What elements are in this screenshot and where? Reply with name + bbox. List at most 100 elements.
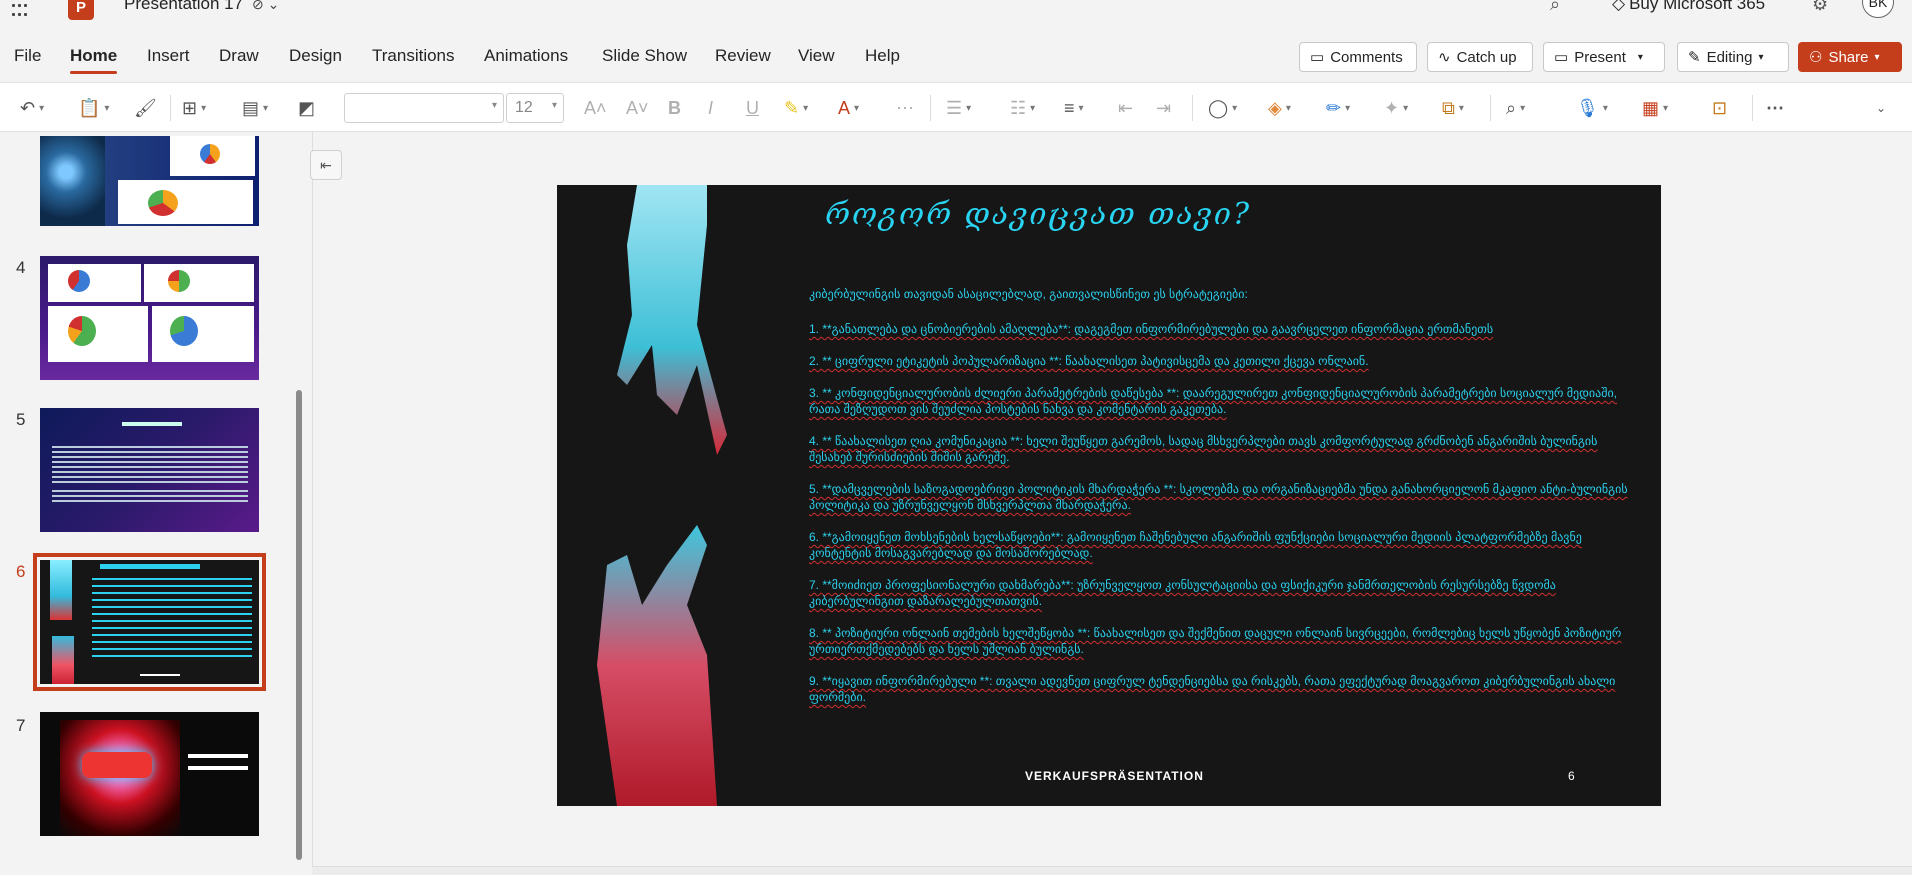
slide-footer[interactable]: VERKAUFSPRÄSENTATION bbox=[1025, 769, 1204, 783]
font-name-select[interactable]: ▾ bbox=[344, 93, 504, 123]
vr-headset-image bbox=[60, 720, 180, 836]
slide-thumbnail-6[interactable] bbox=[33, 553, 266, 691]
list-item[interactable]: 1. **განათლება და ცნობიერების ამაღლება**… bbox=[809, 321, 1639, 337]
slide-thumbnail-5[interactable] bbox=[40, 408, 259, 532]
shape-outline-icon[interactable]: ✏ ▾ bbox=[1326, 93, 1350, 123]
list-item[interactable]: 8. ** პოზიტიური ონლაინ თემების ხელშეწყობ… bbox=[809, 625, 1639, 657]
buy-label: Buy Microsoft 365 bbox=[1629, 0, 1766, 13]
editing-mode-button[interactable]: ✎ Editing ▾ bbox=[1677, 42, 1789, 72]
bullets-icon[interactable]: ☰ ▾ bbox=[946, 93, 971, 123]
more-options-icon[interactable]: ⋯ bbox=[1766, 93, 1784, 123]
shape-effects-icon[interactable]: ✦ ▾ bbox=[1384, 93, 1408, 123]
search-icon[interactable]: ⌕ bbox=[1550, 0, 1560, 15]
tab-animations[interactable]: Animations bbox=[484, 46, 568, 66]
background-icon[interactable]: ◩ bbox=[298, 93, 315, 123]
list-item[interactable]: 2. ** ციფრული ეტიკეტის პოპულარიზაცია **:… bbox=[809, 353, 1639, 369]
chevron-down-icon: ▾ bbox=[1758, 51, 1764, 63]
slide-thumbnail-3[interactable] bbox=[40, 136, 259, 226]
text-lines bbox=[92, 578, 252, 658]
list-item[interactable]: 5. **დამცველების საზოგადოებრივი პოლიტიკი… bbox=[809, 481, 1639, 513]
slide-body[interactable]: 1. **განათლება და ცნობიერების ამაღლება**… bbox=[809, 321, 1639, 721]
shapes-icon[interactable]: ◯ ▾ bbox=[1208, 93, 1237, 123]
slide-thumbnail-4[interactable] bbox=[40, 256, 259, 380]
paste-icon[interactable]: 📋 ▾ bbox=[78, 93, 109, 123]
tab-slide-show[interactable]: Slide Show bbox=[602, 46, 687, 66]
current-slide[interactable]: როგორ დავიცვათ თავი? კიბერბულინგის თავიდ… bbox=[557, 185, 1661, 806]
catch-up-button[interactable]: ∿ Catch up bbox=[1427, 42, 1533, 72]
tab-transitions[interactable]: Transitions bbox=[372, 46, 455, 66]
pie-chart-icon bbox=[148, 190, 178, 216]
dictate-mic-icon[interactable]: 🎙 ▾ bbox=[1576, 93, 1608, 123]
italic-icon[interactable]: I bbox=[708, 93, 713, 123]
app-launcher-icon[interactable] bbox=[12, 4, 30, 18]
document-title[interactable]: Presentation 17 bbox=[124, 0, 243, 14]
tab-draw[interactable]: Draw bbox=[219, 46, 259, 66]
chart-card bbox=[144, 264, 254, 302]
tab-help[interactable]: Help bbox=[865, 46, 900, 66]
chevron-down-icon: ▾ bbox=[491, 100, 497, 111]
bold-icon[interactable]: B bbox=[668, 93, 681, 123]
numbering-icon[interactable]: ☷ ▾ bbox=[1010, 93, 1035, 123]
more-font-icon[interactable]: ⋯ bbox=[896, 93, 914, 123]
underline-icon[interactable]: U bbox=[746, 93, 759, 123]
collapse-pane-icon[interactable]: ⇤ bbox=[310, 150, 342, 180]
slide-number-6: 6 bbox=[16, 562, 26, 581]
font-size-value: 12 bbox=[515, 99, 533, 116]
tab-insert[interactable]: Insert bbox=[147, 46, 190, 66]
layout-icon[interactable]: ▤ ▾ bbox=[242, 93, 268, 123]
text-lines bbox=[52, 490, 248, 504]
chart-card bbox=[48, 264, 141, 302]
present-label: Present bbox=[1574, 48, 1626, 66]
activity-icon: ∿ bbox=[1438, 49, 1451, 66]
list-item[interactable]: 9. **იყავით ინფორმირებული **: თვალი ადევ… bbox=[809, 673, 1639, 705]
list-item[interactable]: 3. ** კონფიდენციალურობის ძლიერი პარამეტრ… bbox=[809, 385, 1639, 417]
tab-design[interactable]: Design bbox=[289, 46, 342, 66]
slide-title[interactable]: როგორ დავიცვათ თავი? bbox=[825, 197, 1251, 232]
human-hand-image bbox=[52, 636, 74, 684]
expand-ribbon-icon[interactable]: ⌄ bbox=[1876, 93, 1886, 123]
align-icon[interactable]: ≡ ▾ bbox=[1064, 93, 1084, 123]
add-ins-icon[interactable]: ⊡ bbox=[1712, 93, 1727, 123]
list-item[interactable]: 4. ** წაახალისეთ ღია კომუნიკაცია **: ხელ… bbox=[809, 433, 1639, 465]
user-avatar[interactable]: BK bbox=[1862, 0, 1894, 18]
designer-icon[interactable]: ▦ ▾ bbox=[1642, 93, 1668, 123]
find-icon[interactable]: ⌕ ▾ bbox=[1506, 93, 1525, 123]
thumbnails-scrollbar[interactable] bbox=[296, 390, 302, 860]
pie-chart-icon bbox=[200, 144, 220, 164]
tab-view[interactable]: View bbox=[798, 46, 835, 66]
format-painter-icon[interactable]: 🖌 bbox=[134, 93, 157, 123]
settings-gear-icon[interactable]: ⚙ bbox=[1812, 0, 1828, 15]
new-slide-icon[interactable]: ⊞ ▾ bbox=[182, 93, 206, 123]
share-button[interactable]: ⚇ Share ▾ bbox=[1798, 42, 1902, 72]
pencil-icon: ✎ bbox=[1688, 49, 1701, 66]
increase-font-icon[interactable]: A˄ bbox=[584, 93, 607, 123]
present-icon: ▭ bbox=[1554, 49, 1569, 66]
tab-home[interactable]: Home bbox=[70, 46, 118, 74]
list-item[interactable]: 6. **გამოიყენეთ მოხსენების ხელსაწყოები**… bbox=[809, 529, 1639, 561]
chevron-down-icon: ▾ bbox=[1874, 51, 1880, 63]
vr-goggles bbox=[82, 752, 152, 778]
decrease-indent-icon[interactable]: ⇤ bbox=[1118, 93, 1133, 123]
arrange-icon[interactable]: ⧉ ▾ bbox=[1442, 93, 1464, 123]
present-button[interactable]: ▭ Present ▾ bbox=[1543, 42, 1665, 72]
comments-button[interactable]: ▭ Comments bbox=[1299, 42, 1417, 72]
decrease-font-icon[interactable]: A˅ bbox=[626, 93, 649, 123]
slide-thumbnail-7[interactable] bbox=[40, 712, 259, 836]
comments-label: Comments bbox=[1330, 48, 1403, 66]
highlight-icon[interactable]: ✎ ▾ bbox=[784, 93, 808, 123]
saved-status-icon[interactable]: ⊘ ⌄ bbox=[252, 0, 279, 13]
buy-microsoft-365-link[interactable]: ◇ Buy Microsoft 365 bbox=[1612, 0, 1765, 14]
hands-image bbox=[597, 185, 727, 806]
undo-icon[interactable]: ↶ ▾ bbox=[20, 93, 44, 123]
slide-intro[interactable]: კიბერბულინგის თავიდან ასაცილებლად, გაითვ… bbox=[809, 287, 1248, 301]
tab-file[interactable]: File bbox=[14, 46, 41, 66]
chevron-down-icon: ▾ bbox=[1637, 51, 1643, 63]
tab-review[interactable]: Review bbox=[715, 46, 771, 66]
font-size-select[interactable]: 12 ▾ bbox=[506, 93, 564, 123]
comment-icon: ▭ bbox=[1310, 49, 1325, 66]
increase-indent-icon[interactable]: ⇥ bbox=[1156, 93, 1171, 123]
shape-fill-icon[interactable]: ◈ ▾ bbox=[1268, 93, 1291, 123]
list-item[interactable]: 7. **მოიძიეთ პროფესიონალური დახმარება**:… bbox=[809, 577, 1639, 609]
font-color-icon[interactable]: A ▾ bbox=[838, 93, 859, 123]
pie-chart-icon bbox=[68, 270, 90, 292]
